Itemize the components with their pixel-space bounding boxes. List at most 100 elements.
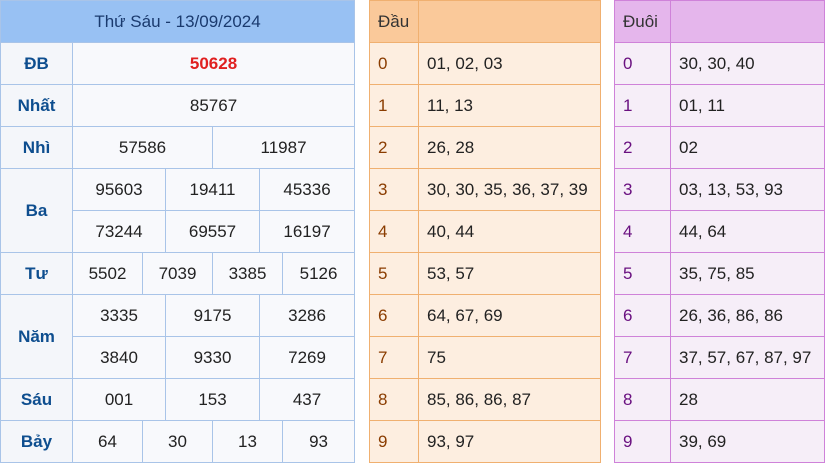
tail-digit-values: 37, 57, 67, 87, 97	[670, 336, 825, 379]
prize-label-bay: Bảy	[0, 420, 73, 463]
prize-row-sau: Sáu 001 153 437	[0, 378, 356, 421]
prize-value: 95603	[72, 168, 166, 211]
special-prize-value: 50628	[71, 42, 356, 85]
tail-digit-row: 3 03, 13, 53, 93	[614, 168, 825, 211]
prize-row-nhat: Nhất 85767	[0, 84, 356, 127]
head-digit-values: 64, 67, 69	[418, 294, 601, 337]
tail-digit-row: 2 02	[614, 126, 825, 169]
prize-label-nam: Năm	[0, 294, 73, 379]
tail-digit-digit: 8	[614, 378, 671, 421]
head-digit-digit: 2	[369, 126, 419, 169]
head-digit-digit: 0	[369, 42, 419, 85]
prize-label-ba: Ba	[0, 168, 73, 253]
tail-digit-values: 26, 36, 86, 86	[670, 294, 825, 337]
prize-value: 73244	[72, 210, 166, 253]
prize-row-bay: Bảy 64 30 13 93	[0, 420, 356, 463]
tail-digit-digit: 0	[614, 42, 671, 85]
prize-value: 85767	[71, 84, 356, 127]
prize-row-tu: Tư 5502 7039 3385 5126	[0, 252, 356, 295]
tail-digit-table: Đuôi 0 30, 30, 40 1 01, 11 2 02 3 03, 13, 53, 9…	[614, 0, 825, 463]
prize-value: 57586	[72, 126, 213, 169]
prize-value: 30	[142, 420, 213, 463]
head-digit-row: 6 64, 67, 69	[369, 294, 601, 337]
tail-digit-values: 03, 13, 53, 93	[670, 168, 825, 211]
head-digit-row: 4 40, 44	[369, 210, 601, 253]
head-digit-digit: 6	[369, 294, 419, 337]
prize-value: 5502	[72, 252, 143, 295]
head-digit-values: 26, 28	[418, 126, 601, 169]
prize-value: 9330	[165, 336, 260, 379]
prize-label-tu: Tư	[0, 252, 73, 295]
prize-row-nhi: Nhì 57586 11987	[0, 126, 356, 169]
tail-digit-digit: 6	[614, 294, 671, 337]
prize-value: 93	[281, 420, 356, 463]
tail-digit-digit: 7	[614, 336, 671, 379]
head-digit-digit: 4	[369, 210, 419, 253]
head-digit-digit: 7	[369, 336, 419, 379]
head-digit-digit: 8	[369, 378, 419, 421]
tail-digit-digit: 4	[614, 210, 671, 253]
head-digit-row: 8 85, 86, 86, 87	[369, 378, 601, 421]
head-digit-values: 93, 97	[418, 420, 601, 463]
tail-digit-row: 9 39, 69	[614, 420, 825, 463]
head-digit-row: 7 75	[369, 336, 601, 379]
prize-value: 11987	[211, 126, 356, 169]
tail-digit-digit: 5	[614, 252, 671, 295]
head-digit-values: 01, 02, 03	[418, 42, 601, 85]
prize-row-db: ĐB 50628	[0, 42, 356, 85]
prize-value: 69557	[165, 210, 260, 253]
head-digit-row: 3 30, 30, 35, 36, 37, 39	[369, 168, 601, 211]
head-digit-digit: 1	[369, 84, 419, 127]
prize-label-nhat: Nhất	[0, 84, 73, 127]
tail-digit-values: 39, 69	[670, 420, 825, 463]
tail-digit-header-blank	[670, 0, 825, 43]
tail-digit-values: 01, 11	[670, 84, 825, 127]
tail-digit-digit: 3	[614, 168, 671, 211]
head-digit-header-blank	[418, 0, 601, 43]
head-digit-row: 9 93, 97	[369, 420, 601, 463]
prize-value: 3385	[212, 252, 283, 295]
tail-digit-values: 44, 64	[670, 210, 825, 253]
prize-value: 7269	[258, 336, 356, 379]
head-digit-values: 11, 13	[418, 84, 601, 127]
prize-value: 3286	[258, 294, 356, 337]
tail-digit-values: 35, 75, 85	[670, 252, 825, 295]
head-digit-table: Đầu 0 01, 02, 03 1 11, 13 2 26, 28 3 30, 30, 35…	[369, 0, 601, 463]
prize-value: 9175	[165, 294, 260, 337]
prize-value: 19411	[165, 168, 260, 211]
tail-digit-header: Đuôi	[614, 0, 671, 43]
prize-value: 64	[72, 420, 143, 463]
head-digit-values: 30, 30, 35, 36, 37, 39	[418, 168, 601, 211]
prize-value: 001	[72, 378, 166, 421]
prize-value: 153	[165, 378, 260, 421]
tail-digit-row: 4 44, 64	[614, 210, 825, 253]
prize-label-nhi: Nhì	[0, 126, 73, 169]
prize-row-ba: Ba 95603 19411 45336	[0, 168, 356, 253]
head-digit-row: 2 26, 28	[369, 126, 601, 169]
prize-value: 7039	[142, 252, 213, 295]
head-digit-row: 1 11, 13	[369, 84, 601, 127]
tail-digit-row: 8 28	[614, 378, 825, 421]
tail-digit-digit: 2	[614, 126, 671, 169]
tail-digit-row: 0 30, 30, 40	[614, 42, 825, 85]
prize-row-nam: Năm 3335 9175 3286	[0, 294, 356, 379]
head-digit-row: 5 53, 57	[369, 252, 601, 295]
prize-label-sau: Sáu	[0, 378, 73, 421]
tail-digit-row: 1 01, 11	[614, 84, 825, 127]
results-table: Thứ Sáu - 13/09/2024 ĐB 50628 Nhất 85767…	[0, 0, 356, 463]
prize-value: 5126	[281, 252, 356, 295]
tail-digit-row: 5 35, 75, 85	[614, 252, 825, 295]
tail-digit-values: 30, 30, 40	[670, 42, 825, 85]
head-digit-row: 0 01, 02, 03	[369, 42, 601, 85]
prize-value: 437	[258, 378, 356, 421]
tail-digit-row: 6 26, 36, 86, 86	[614, 294, 825, 337]
head-digit-values: 75	[418, 336, 601, 379]
prize-value: 45336	[258, 168, 356, 211]
head-digit-values: 53, 57	[418, 252, 601, 295]
prize-value: 3335	[72, 294, 166, 337]
prize-label-db: ĐB	[0, 42, 73, 85]
tail-digit-values: 28	[670, 378, 825, 421]
head-digit-values: 40, 44	[418, 210, 601, 253]
tail-digit-row: 7 37, 57, 67, 87, 97	[614, 336, 825, 379]
draw-date-title: Thứ Sáu - 13/09/2024	[0, 0, 356, 43]
